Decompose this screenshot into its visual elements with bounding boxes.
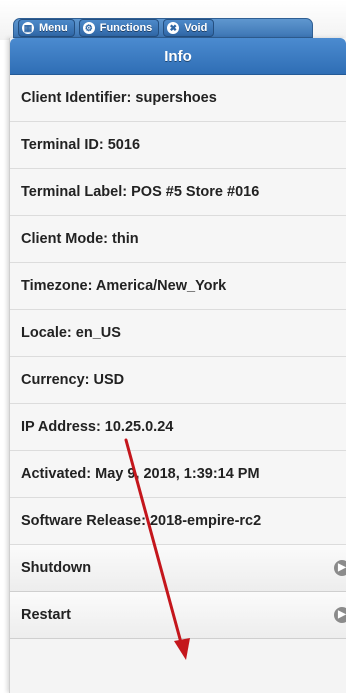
chevron-right-icon: ▶ (334, 607, 346, 623)
info-terminal-label: Terminal Label: POS #5 Store #016 (10, 169, 346, 216)
tab-bar: ▦ Menu ⚙ Functions ✖ Void (13, 18, 313, 38)
info-client-mode: Client Mode: thin (10, 216, 346, 263)
close-icon: ✖ (167, 22, 180, 34)
tab-void-label: Void (184, 22, 208, 34)
info-ip-address: IP Address: 10.25.0.24 (10, 404, 346, 451)
info-locale: Locale: en_US (10, 310, 346, 357)
tab-menu-label: Menu (39, 22, 68, 34)
tab-menu[interactable]: ▦ Menu (18, 19, 75, 37)
restart-button[interactable]: Restart ▶ (10, 592, 346, 639)
shutdown-label: Shutdown (21, 560, 92, 576)
info-activated: Activated: May 9, 2018, 1:39:14 PM (10, 451, 346, 498)
tab-functions-label: Functions (99, 22, 153, 34)
info-panel: Info Client Identifier: supershoes Termi… (9, 38, 346, 693)
grid-icon: ▦ (22, 22, 34, 34)
shutdown-button[interactable]: Shutdown ▶ (10, 545, 346, 592)
tab-void[interactable]: ✖ Void (163, 19, 215, 37)
tab-functions[interactable]: ⚙ Functions (78, 19, 160, 37)
info-client-identifier: Client Identifier: supershoes (10, 75, 346, 122)
info-timezone: Timezone: America/New_York (10, 263, 346, 310)
chevron-right-icon: ▶ (334, 560, 346, 576)
info-terminal-id: Terminal ID: 5016 (10, 122, 346, 169)
top-bar: ▦ Menu ⚙ Functions ✖ Void (0, 0, 346, 40)
info-currency: Currency: USD (10, 357, 346, 404)
gear-icon: ⚙ (82, 22, 95, 34)
panel-title: Info (10, 38, 346, 75)
restart-label: Restart (21, 607, 71, 623)
info-software-release: Software Release: 2018-empire-rc2 (10, 498, 346, 545)
